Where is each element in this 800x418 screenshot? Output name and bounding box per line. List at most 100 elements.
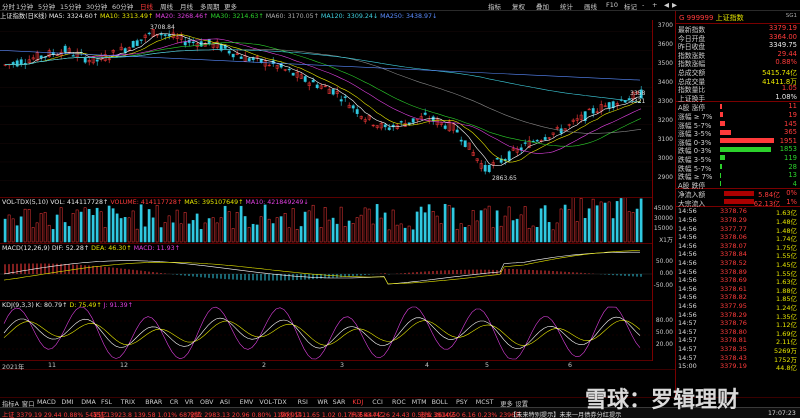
indicator-tab[interactable]: WR bbox=[317, 399, 328, 406]
indicator-tab[interactable]: DMI bbox=[61, 399, 73, 406]
indicator-tab[interactable]: ASI bbox=[220, 399, 230, 406]
zoom-out-button[interactable]: - bbox=[642, 1, 644, 9]
candle-body bbox=[131, 41, 135, 48]
next-icon[interactable]: ▶ bbox=[672, 1, 677, 9]
volume-bar bbox=[623, 197, 627, 243]
candle-body bbox=[399, 121, 403, 123]
period-tab-5[interactable]: 60分钟 bbox=[112, 1, 133, 11]
candle-body bbox=[83, 57, 87, 63]
indicator-tab[interactable]: PSY bbox=[456, 399, 468, 406]
volume-bar bbox=[3, 218, 7, 243]
volume-unit: X1万 bbox=[659, 237, 673, 244]
indicator-tab[interactable]: BOLL bbox=[432, 399, 448, 406]
period-tab-8[interactable]: 月线 bbox=[180, 1, 193, 11]
volume-bar bbox=[303, 211, 307, 243]
kdj-title: KDJ(9,3,3) bbox=[2, 302, 34, 309]
indicator-tab[interactable]: BRAR bbox=[145, 399, 162, 406]
kdj-chart[interactable]: KDJ(9,3,3) K: 80.79↑ D: 75.49↑ J: 91.39↑ bbox=[0, 301, 652, 361]
volume-bar bbox=[535, 227, 539, 243]
menu-indicator[interactable]: 指标 bbox=[488, 1, 501, 11]
volume-bar bbox=[79, 211, 83, 243]
tick-list[interactable]: 14:56 3378.76 1.63亿 14:56 3378.29 1.48亿 14:56 3… bbox=[676, 206, 800, 372]
prev-icon[interactable]: ◀ bbox=[664, 1, 669, 9]
volume-bar bbox=[483, 208, 487, 243]
volume-bar bbox=[459, 223, 463, 243]
volume-bar bbox=[487, 205, 491, 243]
zoom-in-button[interactable]: + bbox=[652, 1, 657, 9]
menu-mark[interactable]: 标记 bbox=[624, 1, 637, 11]
tick-row: 14:56 3378.29 1.35亿 bbox=[676, 311, 800, 321]
indicator-tab[interactable]: EMV bbox=[240, 399, 254, 406]
tick-time: 14:56 bbox=[678, 267, 697, 276]
kdj-axis: 80.00 50.00 20.00 bbox=[652, 301, 675, 361]
menu-draw[interactable]: 画线 bbox=[584, 1, 597, 11]
status-time: 17:07:23 bbox=[768, 410, 796, 417]
flow-pct: 1% bbox=[786, 197, 797, 206]
period-tab-9[interactable]: 多周期 bbox=[200, 1, 220, 11]
indicator-tab[interactable]: FSL bbox=[101, 399, 112, 406]
candle-body bbox=[423, 112, 427, 115]
volume-bar bbox=[215, 222, 219, 243]
volume-bar bbox=[279, 216, 283, 243]
period-tab-4[interactable]: 30分钟 bbox=[86, 1, 107, 11]
volume-bar bbox=[423, 212, 427, 243]
candle-body bbox=[303, 76, 307, 82]
period-tab-1[interactable]: 1分钟 bbox=[16, 1, 33, 11]
distribution-bar bbox=[720, 155, 726, 161]
distribution-value: 19 bbox=[788, 110, 797, 119]
period-tab-2[interactable]: 5分钟 bbox=[38, 1, 55, 11]
volume-bar bbox=[611, 218, 615, 243]
indicator-tab[interactable]: CCI bbox=[372, 399, 383, 406]
indicator-tab[interactable]: ROC bbox=[392, 399, 406, 406]
menu-overlay[interactable]: 叠加 bbox=[536, 1, 549, 11]
candle-body bbox=[543, 137, 547, 140]
candle-body bbox=[287, 68, 291, 71]
macd-chart[interactable]: MACD(12,26,9) DIF: 52.28↑ DEA: 46.30↑ MA… bbox=[0, 244, 652, 301]
volume-bar bbox=[143, 226, 147, 243]
indicator-tab[interactable]: RSI bbox=[298, 399, 308, 406]
volume-bar bbox=[523, 206, 527, 243]
distribution-row: 跌幅 ≥ 7% 13 bbox=[676, 171, 800, 181]
period-tab-0[interactable]: 分时 bbox=[2, 1, 15, 11]
volume-vol: VOL: 414117728↑ bbox=[50, 199, 109, 206]
volume-chart[interactable]: VOL-TDX(5,10) VOL: 414117728↑ VOLUME: 41… bbox=[0, 196, 652, 244]
volume-bar bbox=[543, 205, 547, 243]
volume-bar bbox=[51, 229, 55, 243]
price-tick: 3100 bbox=[657, 136, 673, 143]
menu-stats[interactable]: 统计 bbox=[560, 1, 573, 11]
period-tab-6[interactable]: 日线 bbox=[140, 1, 153, 11]
quote-value: 29.44 bbox=[777, 49, 797, 58]
kline-chart[interactable] bbox=[0, 20, 652, 198]
indicator-tab[interactable]: CR bbox=[170, 399, 179, 406]
quote-row: 指数涨幅 0.88% bbox=[676, 58, 800, 68]
indicator-tab[interactable]: OBV bbox=[200, 399, 213, 406]
volume-bar bbox=[519, 214, 523, 243]
indicator-tab[interactable]: KDJ bbox=[352, 399, 363, 406]
indicator-tab[interactable]: TRIX bbox=[121, 399, 135, 406]
period-tab-10[interactable]: 更多 bbox=[224, 1, 237, 11]
tick-row: 15:00 3379.19 44.8亿 bbox=[676, 362, 800, 372]
high-annotation: 3708.84 bbox=[150, 24, 175, 31]
menu-f10[interactable]: F10 bbox=[606, 1, 618, 9]
indicator-tab[interactable]: VR bbox=[185, 399, 194, 406]
volume-bar bbox=[131, 210, 135, 243]
indicator-tab[interactable]: MACD bbox=[37, 399, 56, 406]
menu-restore[interactable]: 复权 bbox=[512, 1, 525, 11]
distribution-bar bbox=[720, 129, 731, 135]
volume-bar bbox=[527, 227, 531, 243]
indicator-tab[interactable]: SAR bbox=[333, 399, 346, 406]
volume-bar bbox=[43, 212, 47, 243]
ma-line bbox=[4, 33, 642, 163]
volume-bar bbox=[39, 213, 43, 243]
last-annotation-1: 3358 bbox=[630, 90, 646, 97]
indicator-tab[interactable]: MCST bbox=[476, 399, 494, 406]
indicator-tab[interactable]: MTM bbox=[412, 399, 427, 406]
volume-bar bbox=[451, 207, 455, 243]
period-tab-3[interactable]: 15分钟 bbox=[60, 1, 81, 11]
volume-bar bbox=[287, 227, 291, 243]
indicator-tab[interactable]: VOL-TDX bbox=[259, 399, 286, 406]
period-tab-7[interactable]: 周线 bbox=[160, 1, 173, 11]
volume-bar bbox=[235, 212, 239, 243]
quote-row: 总成交额 5415.74亿 bbox=[676, 67, 800, 77]
indicator-tab[interactable]: DMA bbox=[81, 399, 96, 406]
